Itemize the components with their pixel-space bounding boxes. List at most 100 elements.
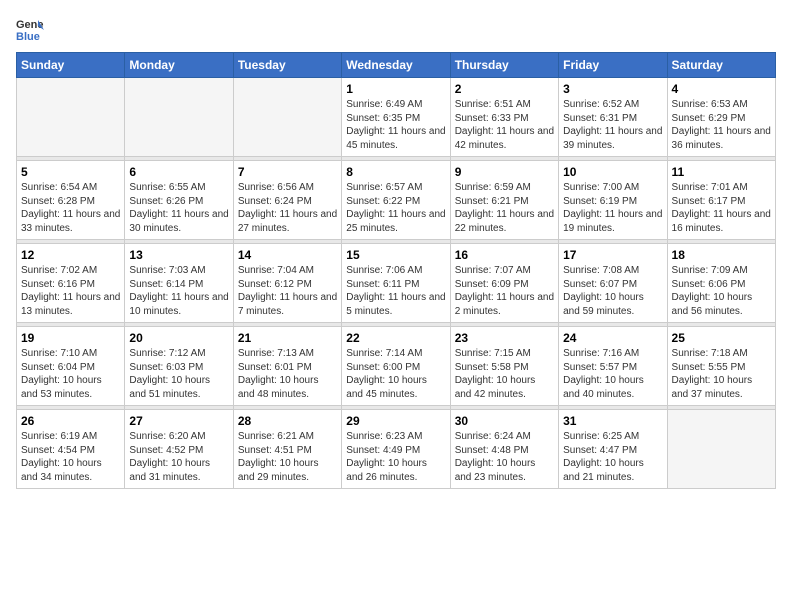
day-header-monday: Monday xyxy=(125,53,233,78)
day-cell: 11 Sunrise: 7:01 AM Sunset: 6:17 PM Dayli… xyxy=(667,161,775,240)
day-cell: 18 Sunrise: 7:09 AM Sunset: 6:06 PM Dayli… xyxy=(667,244,775,323)
day-number: 24 xyxy=(563,331,662,345)
day-number: 16 xyxy=(455,248,554,262)
day-number: 27 xyxy=(129,414,228,428)
day-cell: 22 Sunrise: 7:14 AM Sunset: 6:00 PM Dayli… xyxy=(342,327,450,406)
day-cell: 31 Sunrise: 6:25 AM Sunset: 4:47 PM Dayli… xyxy=(559,410,667,489)
week-row-5: 26 Sunrise: 6:19 AM Sunset: 4:54 PM Dayli… xyxy=(17,410,776,489)
day-info: Sunrise: 7:02 AM Sunset: 6:16 PM Dayligh… xyxy=(21,264,120,318)
day-info: Sunrise: 7:16 AM Sunset: 5:57 PM Dayligh… xyxy=(563,347,662,401)
day-info: Sunrise: 6:51 AM Sunset: 6:33 PM Dayligh… xyxy=(455,98,554,152)
day-cell: 16 Sunrise: 7:07 AM Sunset: 6:09 PM Dayli… xyxy=(450,244,558,323)
day-cell: 6 Sunrise: 6:55 AM Sunset: 6:26 PM Daylig… xyxy=(125,161,233,240)
day-cell: 21Sunrise: 7:13 AM Sunset: 6:01 PM Dayli… xyxy=(233,327,341,406)
day-header-tuesday: Tuesday xyxy=(233,53,341,78)
day-info: Sunrise: 6:25 AM Sunset: 4:47 PM Dayligh… xyxy=(563,430,662,484)
day-number: 6 xyxy=(129,165,228,179)
day-number: 4 xyxy=(672,82,771,96)
day-info: Sunrise: 6:49 AM Sunset: 6:35 PM Dayligh… xyxy=(346,98,445,152)
day-number: 5 xyxy=(21,165,120,179)
day-cell: 25 Sunrise: 7:18 AM Sunset: 5:55 PM Dayli… xyxy=(667,327,775,406)
day-info: Sunrise: 7:06 AM Sunset: 6:11 PM Dayligh… xyxy=(346,264,445,318)
day-info: Sunrise: 6:57 AM Sunset: 6:22 PM Dayligh… xyxy=(346,181,445,235)
logo: General Blue xyxy=(16,16,48,44)
day-number: 1 xyxy=(346,82,445,96)
day-header-sunday: Sunday xyxy=(17,53,125,78)
day-number: 13 xyxy=(129,248,228,262)
day-number: 29 xyxy=(346,414,445,428)
day-cell: 27Sunrise: 6:20 AM Sunset: 4:52 PM Dayli… xyxy=(125,410,233,489)
page-header: General Blue xyxy=(16,16,776,44)
day-number: 31 xyxy=(563,414,662,428)
day-number: 22 xyxy=(346,331,445,345)
week-row-3: 12 Sunrise: 7:02 AM Sunset: 6:16 PM Dayli… xyxy=(17,244,776,323)
day-info: Sunrise: 6:53 AM Sunset: 6:29 PM Dayligh… xyxy=(672,98,771,152)
svg-text:Blue: Blue xyxy=(16,31,40,43)
day-number: 18 xyxy=(672,248,771,262)
day-info: Sunrise: 7:00 AM Sunset: 6:19 PM Dayligh… xyxy=(563,181,662,235)
day-info: Sunrise: 6:54 AM Sunset: 6:28 PM Dayligh… xyxy=(21,181,120,235)
week-row-2: 5 Sunrise: 6:54 AM Sunset: 6:28 PM Daylig… xyxy=(17,161,776,240)
calendar-header-row: SundayMondayTuesdayWednesdayThursdayFrid… xyxy=(17,53,776,78)
day-cell: 13 Sunrise: 7:03 AM Sunset: 6:14 PM Dayli… xyxy=(125,244,233,323)
day-cell: 7 Sunrise: 6:56 AM Sunset: 6:24 PM Daylig… xyxy=(233,161,341,240)
day-cell: 30 Sunrise: 6:24 AM Sunset: 4:48 PM Dayli… xyxy=(450,410,558,489)
day-info: Sunrise: 6:59 AM Sunset: 6:21 PM Dayligh… xyxy=(455,181,554,235)
week-row-1: 1 Sunrise: 6:49 AM Sunset: 6:35 PM Daylig… xyxy=(17,78,776,157)
day-info: Sunrise: 7:10 AM Sunset: 6:04 PM Dayligh… xyxy=(21,347,120,401)
day-cell: 14 Sunrise: 7:04 AM Sunset: 6:12 PM Dayli… xyxy=(233,244,341,323)
day-number: 14 xyxy=(238,248,337,262)
day-number: 8 xyxy=(346,165,445,179)
day-cell: 24 Sunrise: 7:16 AM Sunset: 5:57 PM Dayli… xyxy=(559,327,667,406)
day-number: 19 xyxy=(21,331,120,345)
day-info: Sunrise: 7:12 AM Sunset: 6:03 PM Dayligh… xyxy=(129,347,228,401)
day-cell: 3 Sunrise: 6:52 AM Sunset: 6:31 PM Daylig… xyxy=(559,78,667,157)
day-info: Sunrise: 7:09 AM Sunset: 6:06 PM Dayligh… xyxy=(672,264,771,318)
day-number: 10 xyxy=(563,165,662,179)
day-cell: 5 Sunrise: 6:54 AM Sunset: 6:28 PM Daylig… xyxy=(17,161,125,240)
day-info: Sunrise: 6:52 AM Sunset: 6:31 PM Dayligh… xyxy=(563,98,662,152)
day-cell: 2Sunrise: 6:51 AM Sunset: 6:33 PM Daylig… xyxy=(450,78,558,157)
day-header-thursday: Thursday xyxy=(450,53,558,78)
day-number: 12 xyxy=(21,248,120,262)
day-number: 23 xyxy=(455,331,554,345)
day-info: Sunrise: 6:24 AM Sunset: 4:48 PM Dayligh… xyxy=(455,430,554,484)
day-cell: 26 Sunrise: 6:19 AM Sunset: 4:54 PM Dayli… xyxy=(17,410,125,489)
day-number: 11 xyxy=(672,165,771,179)
day-info: Sunrise: 6:55 AM Sunset: 6:26 PM Dayligh… xyxy=(129,181,228,235)
day-info: Sunrise: 6:23 AM Sunset: 4:49 PM Dayligh… xyxy=(346,430,445,484)
day-cell: 4 Sunrise: 6:53 AM Sunset: 6:29 PM Daylig… xyxy=(667,78,775,157)
day-info: Sunrise: 7:01 AM Sunset: 6:17 PM Dayligh… xyxy=(672,181,771,235)
day-header-wednesday: Wednesday xyxy=(342,53,450,78)
day-info: Sunrise: 7:15 AM Sunset: 5:58 PM Dayligh… xyxy=(455,347,554,401)
day-info: Sunrise: 6:19 AM Sunset: 4:54 PM Dayligh… xyxy=(21,430,120,484)
calendar-table: SundayMondayTuesdayWednesdayThursdayFrid… xyxy=(16,52,776,489)
day-number: 3 xyxy=(563,82,662,96)
day-cell xyxy=(17,78,125,157)
day-number: 30 xyxy=(455,414,554,428)
day-number: 26 xyxy=(21,414,120,428)
week-row-4: 19 Sunrise: 7:10 AM Sunset: 6:04 PM Dayli… xyxy=(17,327,776,406)
day-number: 28 xyxy=(238,414,337,428)
day-info: Sunrise: 6:56 AM Sunset: 6:24 PM Dayligh… xyxy=(238,181,337,235)
day-header-saturday: Saturday xyxy=(667,53,775,78)
day-cell xyxy=(125,78,233,157)
day-number: 25 xyxy=(672,331,771,345)
day-cell: 10 Sunrise: 7:00 AM Sunset: 6:19 PM Dayli… xyxy=(559,161,667,240)
day-cell: 29 Sunrise: 6:23 AM Sunset: 4:49 PM Dayli… xyxy=(342,410,450,489)
day-info: Sunrise: 7:18 AM Sunset: 5:55 PM Dayligh… xyxy=(672,347,771,401)
day-cell: 15Sunrise: 7:06 AM Sunset: 6:11 PM Dayli… xyxy=(342,244,450,323)
day-cell: 17 Sunrise: 7:08 AM Sunset: 6:07 PM Dayli… xyxy=(559,244,667,323)
day-info: Sunrise: 7:03 AM Sunset: 6:14 PM Dayligh… xyxy=(129,264,228,318)
day-info: Sunrise: 7:07 AM Sunset: 6:09 PM Dayligh… xyxy=(455,264,554,318)
day-info: Sunrise: 7:08 AM Sunset: 6:07 PM Dayligh… xyxy=(563,264,662,318)
day-cell: 28Sunrise: 6:21 AM Sunset: 4:51 PM Dayli… xyxy=(233,410,341,489)
day-info: Sunrise: 7:04 AM Sunset: 6:12 PM Dayligh… xyxy=(238,264,337,318)
day-cell xyxy=(233,78,341,157)
day-header-friday: Friday xyxy=(559,53,667,78)
day-info: Sunrise: 7:14 AM Sunset: 6:00 PM Dayligh… xyxy=(346,347,445,401)
day-number: 9 xyxy=(455,165,554,179)
day-number: 7 xyxy=(238,165,337,179)
day-info: Sunrise: 7:13 AM Sunset: 6:01 PM Dayligh… xyxy=(238,347,337,401)
day-number: 17 xyxy=(563,248,662,262)
